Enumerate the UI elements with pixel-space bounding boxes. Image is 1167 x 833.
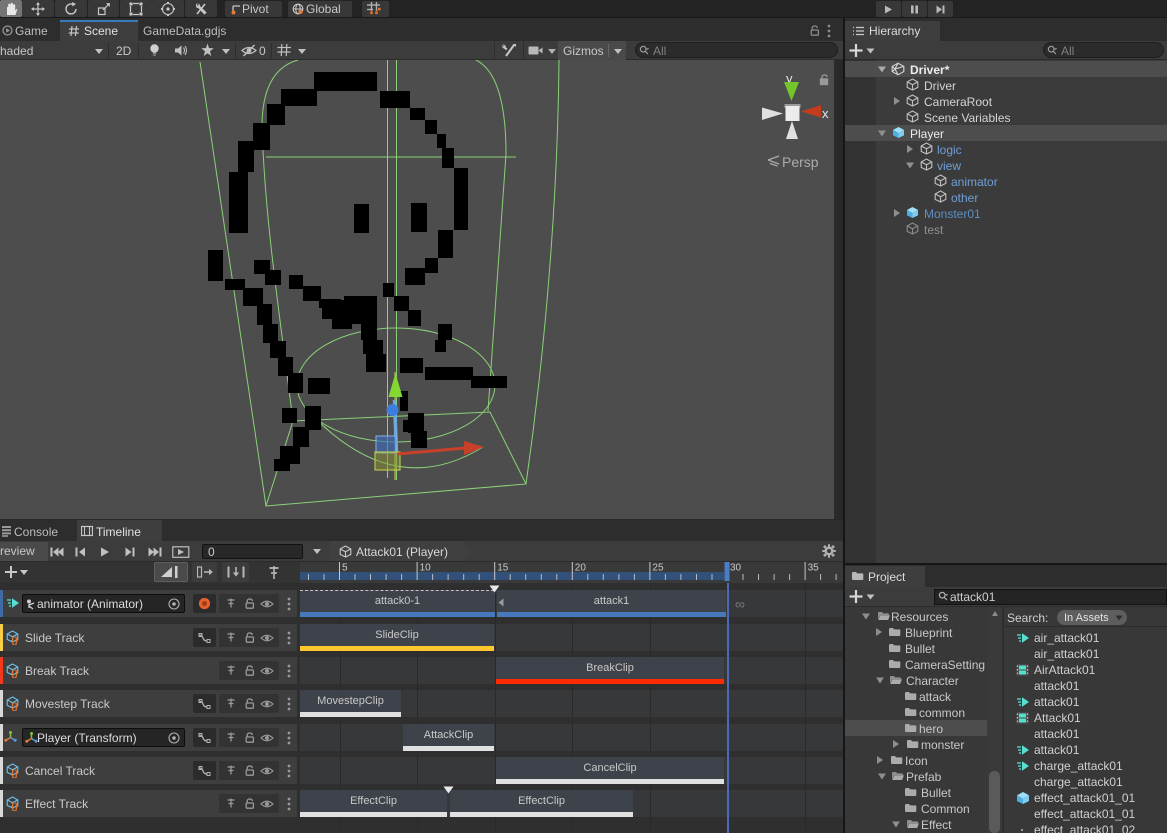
svg-text:25: 25 [652,563,664,574]
svg-text:x: x [822,106,829,121]
svg-text:20: 20 [575,563,587,574]
svg-text:15: 15 [497,563,509,574]
svg-text:5: 5 [342,563,348,574]
svg-text:Persp: Persp [782,154,819,170]
svg-text:35: 35 [808,563,820,574]
svg-text:30: 30 [730,563,742,574]
svg-text:10: 10 [420,563,432,574]
